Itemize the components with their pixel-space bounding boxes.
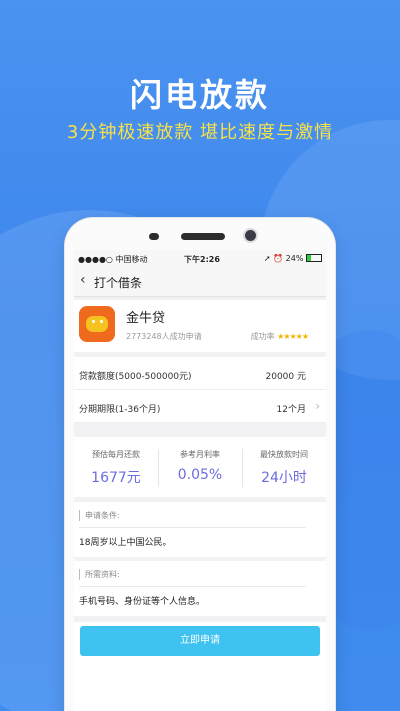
success-rate-label: 成功率 [250, 332, 275, 341]
loan-stats: 预估每月还款 1677元 参考月利率 0.05% 最快放款时间 24小时 [74, 437, 326, 497]
star-rating-icon: ★★★★★ [277, 332, 309, 341]
back-chevron-icon[interactable]: ‹ [80, 272, 86, 288]
stat-value: 24小时 [261, 470, 307, 486]
materials-section: 所需资料: 手机号码、身份证等个人信息。 [74, 561, 326, 616]
promo-background: 闪电放款 3分钟极速放款 堪比速度与激情 ●●●●○ 中国移动 下午2:26 ➚… [0, 0, 400, 711]
battery-icon [306, 254, 322, 262]
phone-speaker [181, 233, 225, 240]
nav-title[interactable]: 打个借条 [94, 274, 142, 291]
loan-term-row[interactable]: 分期期限(1-36个月) 12个月 › [74, 390, 326, 423]
chevron-right-icon[interactable]: › [315, 399, 320, 413]
success-rate: 成功率 ★★★★★ [250, 331, 309, 342]
phone-sensor [149, 233, 159, 240]
materials-title: 所需资料: [79, 569, 120, 580]
loan-amount-label: 贷款额度(5000-500000元) [79, 372, 192, 382]
promo-headline: 闪电放款 [129, 76, 270, 114]
applicant-count: 2773248人成功申请 [126, 332, 202, 341]
phone-camera [245, 230, 256, 241]
status-bar: ●●●●○ 中国移动 下午2:26 ➚ ⏰ 24% [74, 250, 326, 266]
nav-bar: ‹ 打个借条 [74, 266, 326, 297]
apply-button[interactable]: 立即申请 [80, 626, 320, 656]
apply-area: 立即申请 [74, 622, 326, 711]
stat-fastest-loan: 最快放款时间 24小时 [242, 437, 326, 497]
stat-monthly-rate: 参考月利率 0.05% [158, 437, 242, 497]
conditions-section: 申请条件: 18周岁以上中国公民。 [74, 502, 326, 557]
phone-mockup: ●●●●○ 中国移动 下午2:26 ➚ ⏰ 24% ‹ 打个借条 金牛贷 277… [65, 218, 335, 711]
section-divider [79, 586, 306, 587]
stat-value: 1677元 [91, 470, 141, 486]
stat-monthly-repayment: 预估每月还款 1677元 [74, 437, 158, 497]
loan-amount-row[interactable]: 贷款额度(5000-500000元) 20000 元 [74, 357, 326, 390]
status-time: 下午2:26 [184, 255, 220, 264]
stat-label: 参考月利率 [180, 450, 220, 459]
loan-term-label: 分期期限(1-36个月) [79, 405, 161, 415]
loan-amount-value[interactable]: 20000 元 [266, 369, 307, 382]
status-right: ➚ ⏰ 24% [264, 254, 322, 263]
product-card: 金牛贷 2773248人成功申请 成功率 ★★★★★ [74, 300, 326, 352]
status-indicators: ➚ ⏰ 24% [263, 254, 304, 263]
promo-subline: 3分钟极速放款 堪比速度与激情 [66, 122, 334, 143]
app-screen: ●●●●○ 中国移动 下午2:26 ➚ ⏰ 24% ‹ 打个借条 金牛贷 277… [74, 250, 326, 711]
section-divider [79, 527, 306, 528]
stat-value: 0.05% [177, 467, 223, 483]
product-logo-icon [79, 306, 115, 342]
carrier-signal: ●●●●○ 中国移动 [78, 255, 148, 264]
stat-label: 预估每月还款 [92, 450, 140, 459]
materials-body: 手机号码、身份证等个人信息。 [79, 597, 206, 607]
loan-term-value[interactable]: 12个月 [277, 402, 306, 415]
product-name: 金牛贷 [126, 311, 166, 326]
conditions-title: 申请条件: [79, 510, 120, 521]
stat-label: 最快放款时间 [260, 450, 308, 459]
conditions-body: 18周岁以上中国公民。 [79, 538, 172, 548]
